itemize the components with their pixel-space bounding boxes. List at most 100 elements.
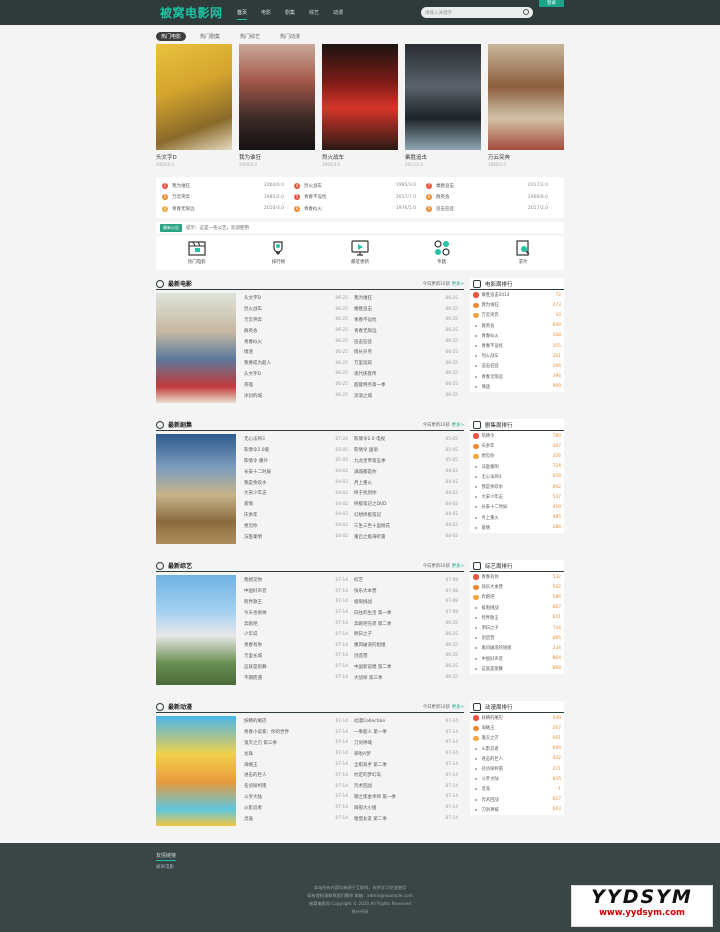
list-item[interactable]: 一拳超人 第一季 07-14 [354, 727, 458, 738]
list-item-title[interactable]: 少年说 [244, 631, 336, 637]
ranking-row[interactable]: 鬼灭之刃 661 [470, 733, 564, 743]
rank-title[interactable]: 情迷 [482, 384, 553, 390]
quick-request[interactable]: 求片 [493, 239, 553, 270]
list-item[interactable]: 终极笔记之DVD 04-02 [354, 499, 458, 510]
ranking-row[interactable]: 5 青春不设忧 2017/7.0 [294, 192, 416, 204]
list-item[interactable]: 哆啦A梦 07-14 [354, 748, 458, 759]
rank-title[interactable]: 乘风破浪的姐姐 [482, 645, 553, 651]
ranking-row[interactable]: 青春有你 532 [470, 572, 564, 582]
list-item-title[interactable]: 陈情令 国语 [354, 447, 446, 453]
list-item-title[interactable]: 我想见你 [244, 577, 336, 583]
quick-recent[interactable]: 最近更新 [330, 239, 390, 270]
ranking-row[interactable]: 1 我为谁狂 2004/6.0 [162, 180, 284, 192]
poster-image[interactable] [488, 44, 564, 150]
ranking-row[interactable]: 陈情令 780 [470, 431, 564, 441]
list-item-title[interactable]: 辉夜大小姐 [354, 805, 446, 811]
ranking-row[interactable]: 斗罗大陆 635 [470, 774, 564, 784]
ranking-row[interactable]: 2 万云突奔 1985/2.0 [162, 192, 284, 204]
list-item[interactable]: 刀剑神域 07-14 [354, 738, 458, 749]
rank-title[interactable]: 青春似火 [482, 333, 553, 339]
ranking-row[interactable]: 创造营 885 [470, 633, 564, 643]
list-item-title[interactable]: 我要成为超人 [244, 360, 336, 366]
list-item-title[interactable]: 乘胜追击 [354, 306, 446, 312]
list-item[interactable]: 九龙皇帝第五季 05-05 [354, 456, 458, 467]
ranking-row[interactable]: 青春似火 168 [470, 331, 564, 341]
ranking-row[interactable]: 海贼王 267 [470, 723, 564, 733]
nav-home[interactable]: 首页 [237, 9, 248, 20]
list-item-title[interactable]: 法医秦明 [244, 534, 336, 540]
rank-title[interactable]: 月上重火 [482, 515, 553, 521]
list-item[interactable]: 青春似火 06-25 [244, 336, 348, 347]
rank-title[interactable]: 咒术回战 [482, 797, 553, 803]
list-item[interactable]: 青春不设忧 06-25 [354, 315, 458, 326]
list-item-title[interactable]: 长安十二时辰 [244, 469, 336, 475]
more-link[interactable]: 更多> [452, 564, 464, 569]
poster-card[interactable]: 万云突奔 1985/2.0 [488, 44, 564, 167]
rank-title[interactable]: 跨界歌王 [482, 615, 553, 621]
rank-title[interactable]: 乘胜追击2014 [482, 292, 556, 298]
list-item-title[interactable]: 满城都是你 [354, 469, 446, 475]
ranking-row[interactable]: 极限挑战 867 [470, 603, 564, 613]
tab-hot-variety[interactable]: 热门综艺 [240, 33, 260, 40]
rank-title[interactable]: 灵笼 [482, 786, 559, 792]
ranking-row[interactable]: 火影忍者 609 [470, 744, 564, 754]
ranking-row[interactable]: 奔跑吧 586 [470, 592, 564, 602]
list-item-title[interactable]: 青春似火 [244, 339, 336, 345]
list-item-title[interactable]: 爱情 [244, 501, 336, 507]
list-item[interactable]: 综艺 07-08 [354, 575, 458, 586]
rank-title[interactable]: 陈情令 [482, 433, 553, 439]
list-item[interactable]: 法医秦明 04-02 [244, 531, 348, 542]
ranking-row[interactable]: 青春无限远 394 [470, 372, 564, 382]
list-item[interactable]: 终于找到你 04-02 [354, 488, 458, 499]
list-item-title[interactable]: 情迷 [244, 349, 336, 355]
list-item[interactable]: 无心法师3 07-24 [244, 434, 348, 445]
ranking-row[interactable]: 刀剑神域 603 [470, 805, 564, 815]
list-item-title[interactable]: 动漫Collection [354, 718, 446, 724]
poster-title[interactable]: 乘胜追击 [405, 153, 481, 161]
list-item[interactable]: 明日之子 06-25 [354, 629, 458, 640]
quick-topics[interactable]: 专题 [412, 239, 472, 270]
rank-title[interactable]: 爱情 [482, 525, 553, 531]
poster-title[interactable]: 我为谁狂 [239, 153, 315, 161]
ranking-row[interactable]: 跨界歌王 651 [470, 613, 564, 623]
rank-title[interactable]: 火影忍者 [482, 746, 553, 752]
list-item-title[interactable]: 群英会 [244, 328, 336, 334]
rank-title[interactable]: 青春有你 [482, 574, 553, 580]
ranking-row[interactable]: 明日之子 744 [470, 623, 564, 633]
ranking-row[interactable]: 群英会 649 [470, 321, 564, 331]
list-item-title[interactable]: 明日之子 [354, 631, 446, 637]
rank-title[interactable]: 法医秦明 [482, 464, 553, 470]
poster-image[interactable] [322, 44, 398, 150]
list-item-title[interactable]: 妖精的尾巴 [244, 718, 336, 724]
list-item-title[interactable]: 烈火战车 [244, 306, 336, 312]
list-item[interactable]: 月上重火 04-02 [354, 477, 458, 488]
section-cover[interactable] [156, 434, 236, 544]
list-item-title[interactable]: 奔跑吧 [244, 621, 336, 627]
ranking-row[interactable]: 灵笼 1 [470, 784, 564, 794]
list-item-title[interactable]: 追击狂徒 [354, 339, 446, 345]
notice-text[interactable]: 提示：这是一条公告，欢迎使用 [186, 225, 249, 231]
list-item[interactable]: 钢之炼金术师 第一季 07-14 [354, 792, 458, 803]
poster-card[interactable]: 我为谁狂 2004/6.0 [239, 44, 315, 167]
list-item[interactable]: 爱情 04-02 [244, 499, 348, 510]
ranking-row[interactable]: 烈火战车 201 [470, 351, 564, 361]
section-cover[interactable] [156, 716, 236, 826]
rank-title[interactable]: 这就是街舞 [482, 666, 553, 672]
ranking-row[interactable]: 我是余欢水 842 [470, 482, 564, 492]
list-item[interactable]: 青春无限远 06-25 [354, 325, 458, 336]
list-item[interactable]: 极限挑战 07-08 [354, 597, 458, 608]
list-item[interactable]: 约定的梦幻岛 07-14 [354, 770, 458, 781]
list-item-title[interactable]: 青春有你 [244, 642, 336, 648]
list-item[interactable]: 少年说 07-14 [244, 629, 348, 640]
rank-title[interactable]: 青春似火 [304, 206, 396, 212]
list-item-title[interactable]: 乘风破浪的姐姐 [354, 642, 446, 648]
rank-title[interactable]: 乘胜追击 [436, 183, 528, 189]
rank-title[interactable]: 明日之子 [482, 625, 553, 631]
ranking-row[interactable]: 快乐大本营 502 [470, 582, 564, 592]
list-item-title[interactable]: 一拳超人 第一季 [354, 729, 446, 735]
list-item-title[interactable]: 英雄 [244, 382, 336, 388]
ranking-row[interactable]: 大宋少年志 547 [470, 492, 564, 502]
list-item[interactable]: 中国好声音 07-14 [244, 586, 348, 597]
list-item-title[interactable]: 龙珠 [244, 751, 336, 757]
ranking-row[interactable]: 想见你 356 [470, 451, 564, 461]
